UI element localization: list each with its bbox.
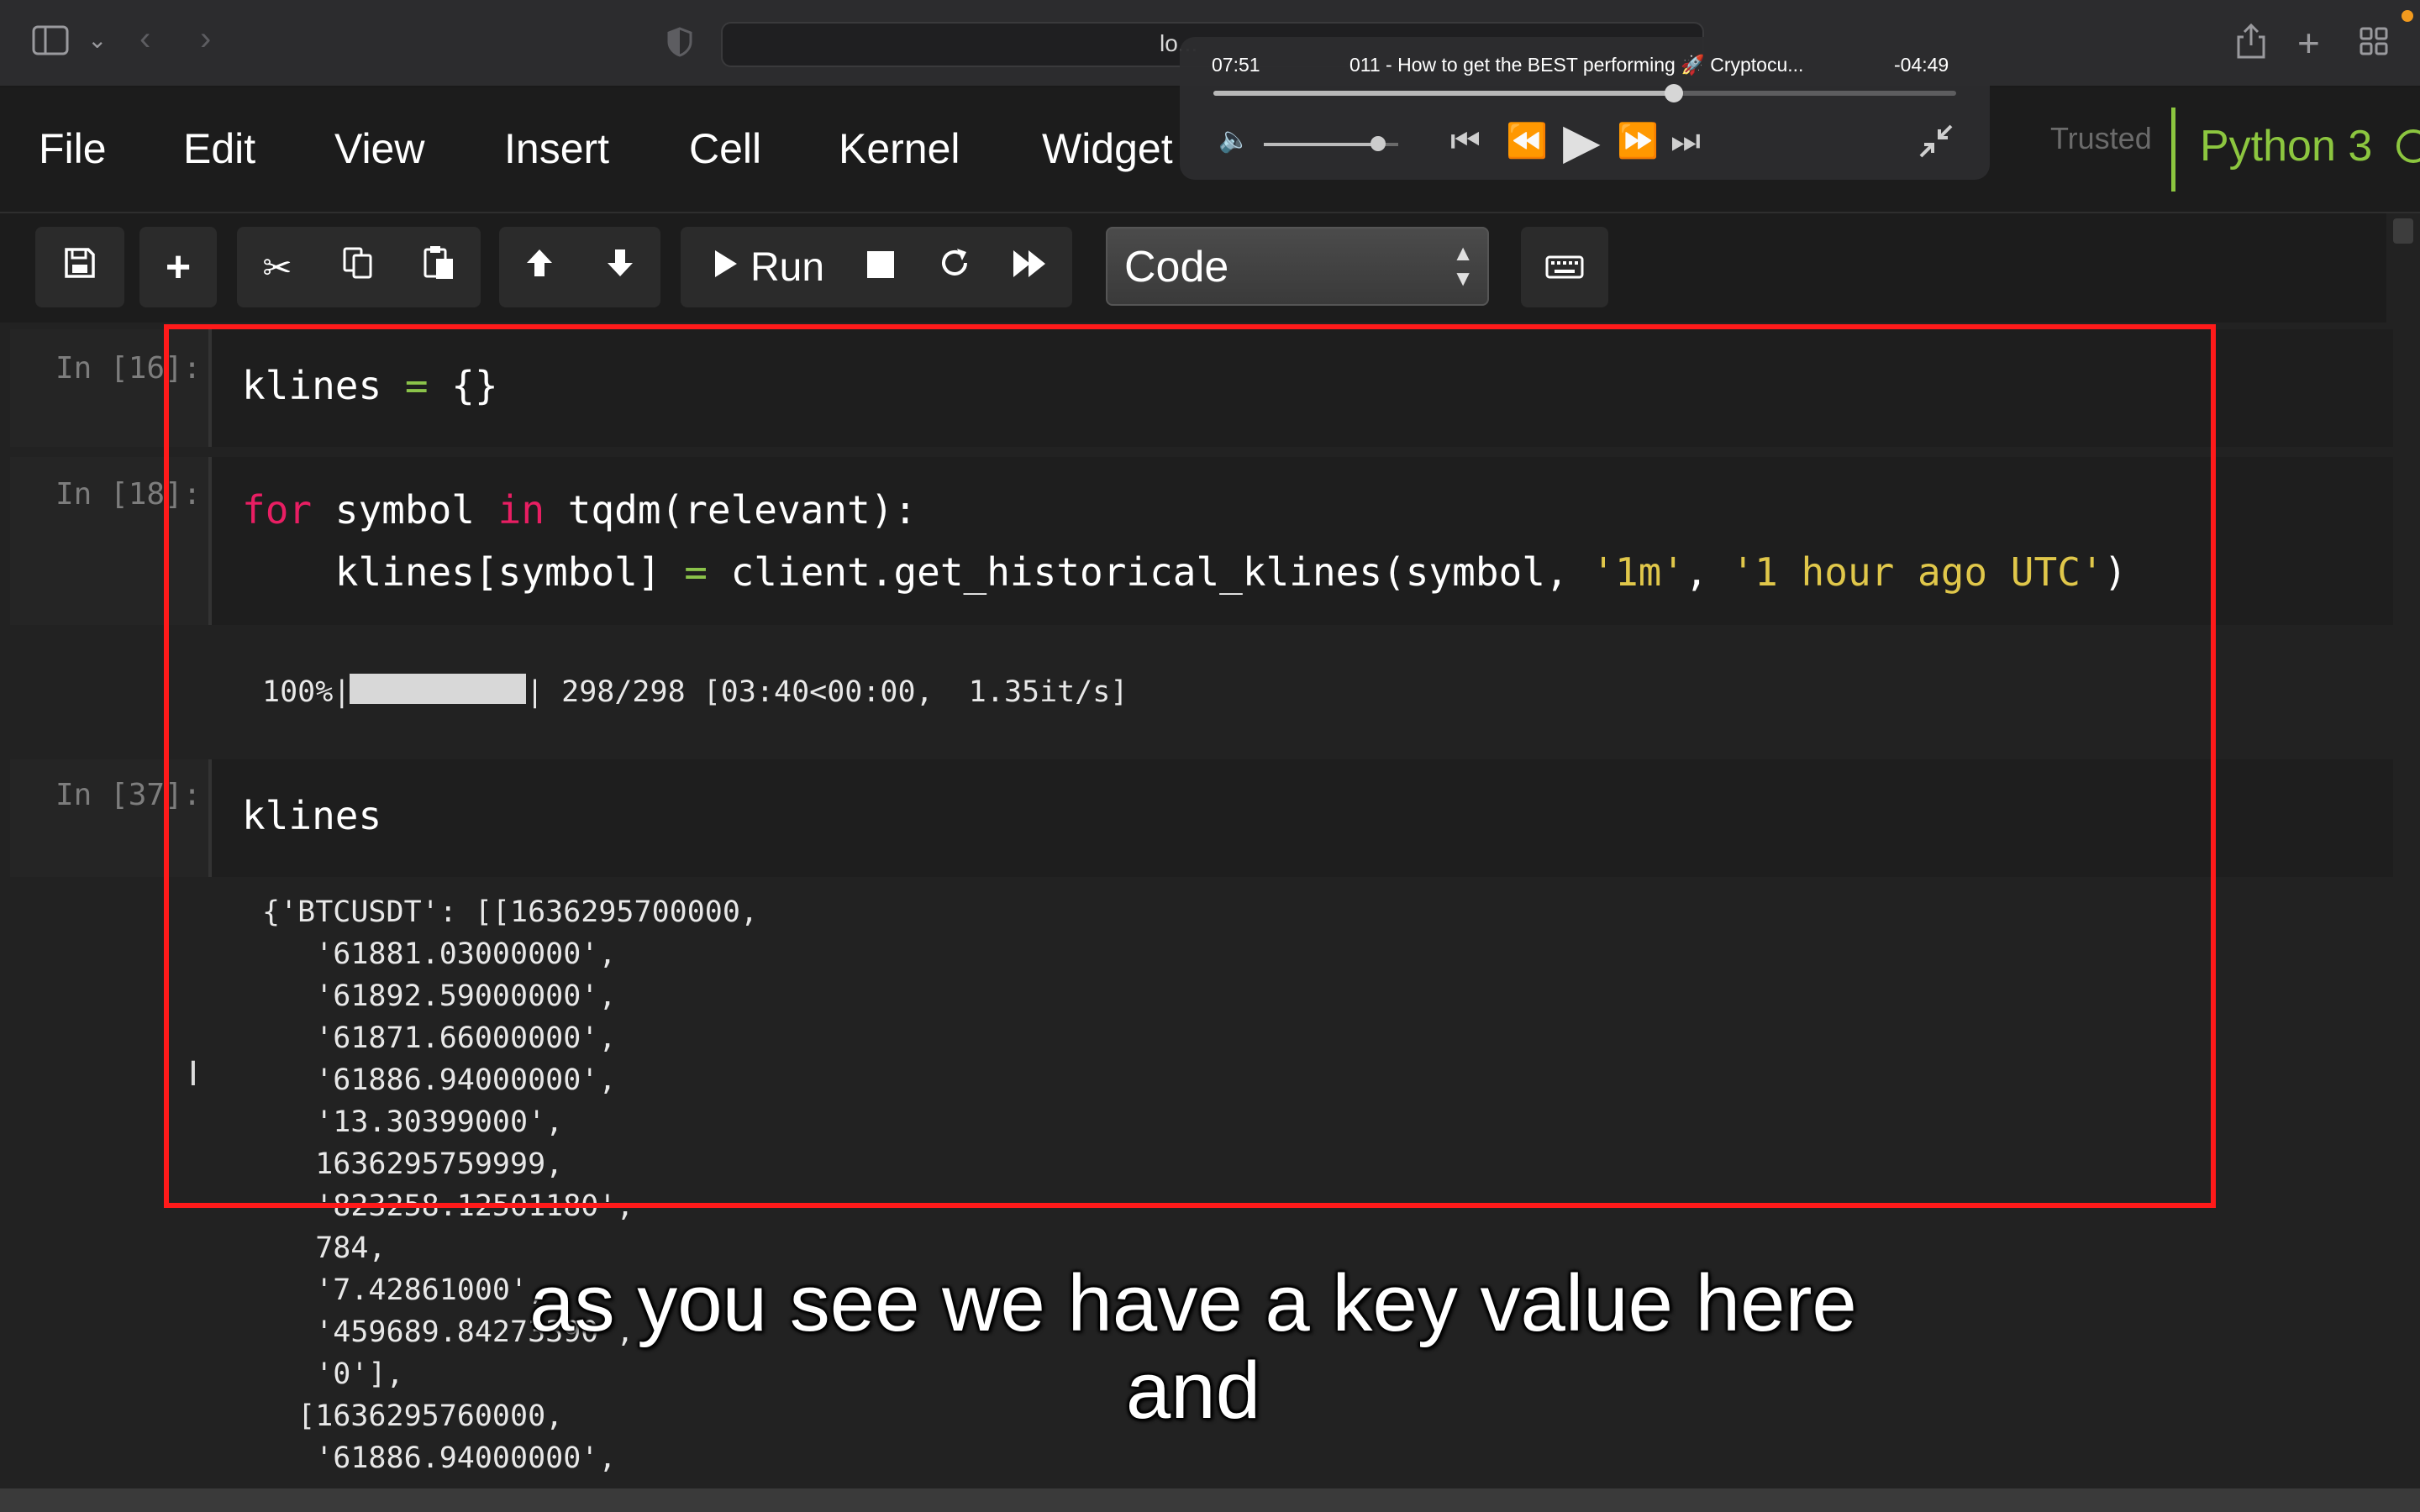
cell-type-select[interactable]: Code ▲ ▼ bbox=[1106, 227, 1489, 306]
tab-overview-icon[interactable] bbox=[2360, 27, 2388, 61]
subtitle-caption: as you see we have a key value here and bbox=[336, 1260, 2050, 1435]
copy-icon bbox=[342, 246, 374, 288]
stop-icon bbox=[866, 247, 895, 287]
video-title: 011 - How to get the BEST performing 🚀 C… bbox=[1349, 54, 1804, 76]
run-group: Run bbox=[681, 227, 1072, 307]
menu-edit[interactable]: Edit bbox=[183, 124, 255, 173]
exit-fullscreen-icon[interactable] bbox=[1918, 123, 1954, 165]
fast-forward-icon bbox=[1012, 247, 1049, 287]
notification-dot bbox=[2402, 10, 2413, 22]
restart-run-all-button[interactable] bbox=[992, 227, 1069, 307]
caption-line: and bbox=[1125, 1346, 1261, 1436]
forward-icon[interactable]: › bbox=[200, 22, 211, 55]
interrupt-button[interactable] bbox=[845, 227, 916, 307]
vertical-scrollbar[interactable] bbox=[2393, 218, 2413, 244]
insert-group: + bbox=[139, 227, 217, 307]
paste-button[interactable] bbox=[398, 227, 479, 307]
play-icon bbox=[713, 247, 739, 287]
fast-forward-icon[interactable]: ⏩ bbox=[1617, 124, 1659, 158]
move-up-button[interactable] bbox=[499, 227, 580, 307]
run-label: Run bbox=[750, 244, 825, 290]
horizontal-scrollbar[interactable] bbox=[0, 1488, 2420, 1512]
scissors-icon: ✂ bbox=[262, 247, 292, 287]
menu-insert[interactable]: Insert bbox=[504, 124, 609, 173]
scrub-played bbox=[1213, 91, 1675, 96]
volume-handle[interactable] bbox=[1370, 136, 1386, 151]
menu-kernel[interactable]: Kernel bbox=[839, 124, 960, 173]
scrub-bar[interactable] bbox=[1213, 84, 1956, 102]
text-cursor-icon: I bbox=[188, 1055, 198, 1094]
shield-icon bbox=[667, 27, 692, 63]
command-palette-button[interactable] bbox=[1521, 227, 1608, 307]
restart-button[interactable] bbox=[918, 227, 992, 307]
kernel-status-icon bbox=[2396, 129, 2420, 163]
select-arrows-icon: ▲ ▼ bbox=[1452, 240, 1474, 291]
save-button[interactable] bbox=[35, 227, 124, 307]
share-icon[interactable] bbox=[2237, 23, 2265, 65]
skip-forward-icon[interactable]: ⏭ bbox=[1670, 124, 1701, 158]
restart-icon bbox=[939, 247, 971, 287]
move-group bbox=[499, 227, 660, 307]
new-tab-icon[interactable]: + bbox=[2297, 24, 2320, 62]
output-line: '61886.94000000', bbox=[262, 1441, 617, 1475]
arrow-down-icon bbox=[605, 247, 635, 287]
save-icon bbox=[64, 247, 96, 287]
trusted-indicator[interactable]: Trusted bbox=[2050, 121, 2152, 156]
rewind-icon[interactable]: ⏪ bbox=[1506, 124, 1548, 158]
cut-button[interactable]: ✂ bbox=[237, 227, 318, 307]
play-icon[interactable]: ▶ bbox=[1563, 118, 1601, 166]
kernel-name[interactable]: Python 3 bbox=[2200, 121, 2372, 171]
menu-widgets[interactable]: Widget bbox=[1042, 124, 1173, 173]
volume-icon[interactable]: 🔈 bbox=[1218, 128, 1249, 153]
keyboard-icon bbox=[1545, 247, 1584, 287]
paste-icon bbox=[423, 245, 455, 289]
notebook-toolbar: + ✂ Run Code ▲ ▼ bbox=[0, 213, 2386, 323]
cell-type-value: Code bbox=[1124, 243, 1229, 291]
plus-icon: + bbox=[165, 243, 192, 291]
scrub-handle[interactable] bbox=[1665, 84, 1684, 102]
remaining-time: -04:49 bbox=[1894, 54, 1949, 76]
run-button[interactable]: Run bbox=[697, 227, 840, 307]
save-group bbox=[35, 227, 124, 307]
video-player-overlay[interactable]: 07:51 011 - How to get the BEST performi… bbox=[1180, 37, 1990, 180]
caption-line: as you see we have a key value here bbox=[529, 1258, 1857, 1348]
keyboard-group bbox=[1521, 227, 1608, 307]
arrow-up-icon bbox=[524, 247, 555, 287]
skip-back-icon[interactable]: ⏮ bbox=[1450, 124, 1481, 158]
chevron-down-icon[interactable]: ⌄ bbox=[87, 29, 107, 52]
highlight-box bbox=[164, 324, 2216, 1208]
back-icon[interactable]: ‹ bbox=[139, 22, 150, 55]
clipboard-group: ✂ bbox=[237, 227, 481, 307]
elapsed-time: 07:51 bbox=[1212, 54, 1260, 76]
volume-slider[interactable] bbox=[1264, 136, 1398, 151]
menu-cell[interactable]: Cell bbox=[689, 124, 761, 173]
menu-view[interactable]: View bbox=[334, 124, 424, 173]
move-down-button[interactable] bbox=[580, 227, 660, 307]
menu-file[interactable]: File bbox=[39, 124, 107, 173]
kernel-separator bbox=[2171, 108, 2175, 192]
insert-cell-button[interactable]: + bbox=[139, 227, 217, 307]
sidebar-icon[interactable] bbox=[32, 25, 69, 61]
copy-button[interactable] bbox=[318, 227, 398, 307]
volume-fill bbox=[1264, 143, 1378, 146]
